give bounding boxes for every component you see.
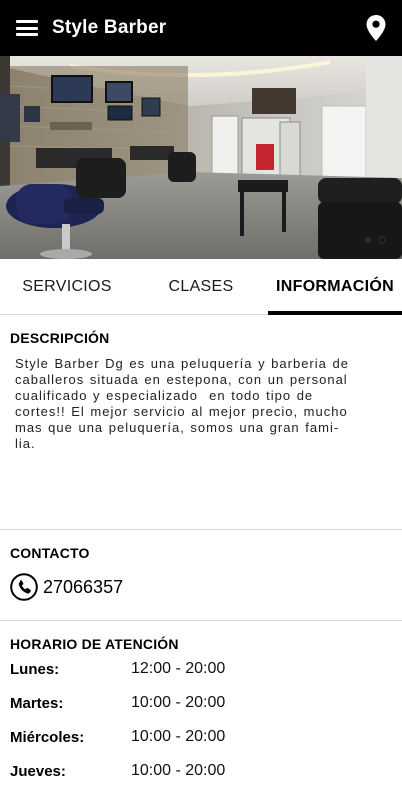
description-line: lia. — [15, 436, 36, 451]
hours-time: 12:00 - 20:00 — [131, 660, 226, 677]
tab-bar: SERVICIOS CLASES INFORMACIÓN — [0, 259, 402, 315]
location-button[interactable] — [364, 14, 388, 42]
description-line: mas que una peluquería, somos una gran f… — [15, 420, 340, 435]
hours-time: 10:00 - 20:00 — [131, 762, 226, 779]
tab-clases[interactable]: CLASES — [134, 259, 268, 314]
description-section: DESCRIPCIÓN Style Barber Dg es una peluq… — [0, 316, 402, 530]
hours-row: Miércoles: 10:00 - 20:00 — [10, 720, 392, 754]
hamburger-menu-icon — [16, 20, 38, 36]
hours-row: Jueves: 10:00 - 20:00 — [10, 754, 392, 788]
tab-servicios[interactable]: SERVICIOS — [0, 259, 134, 314]
app-title: Style Barber — [52, 17, 167, 38]
phone-icon — [10, 573, 38, 601]
hours-day: Martes: — [10, 694, 64, 712]
hours-time: 10:00 - 20:00 — [131, 694, 226, 711]
map-pin-icon — [366, 15, 386, 41]
opening-hours-section: HORARIO DE ATENCIÓN Lunes: 12:00 - 20:00… — [0, 622, 402, 800]
app-bar: Style Barber — [0, 0, 402, 56]
description-text: Style Barber Dg es una peluquería y barb… — [10, 356, 392, 452]
description-line: Style Barber Dg es una peluquería y barb… — [15, 356, 349, 371]
description-title: DESCRIPCIÓN — [10, 330, 110, 346]
description-line: cortes!! El mejor servicio al mejor prec… — [15, 404, 348, 419]
hours-title: HORARIO DE ATENCIÓN — [10, 636, 179, 652]
hours-time: 10:00 - 20:00 — [131, 728, 226, 745]
description-line: cualificado y especializado en todo tipo… — [15, 388, 314, 403]
hours-day: Miércoles: — [10, 728, 85, 746]
phone-number[interactable]: 27066357 — [43, 577, 123, 598]
hours-day: Lunes: — [10, 660, 60, 678]
description-line: caballeros situada en estepona, con un p… — [15, 372, 348, 387]
menu-button[interactable] — [0, 0, 50, 56]
tab-informacion[interactable]: INFORMACIÓN — [268, 259, 402, 315]
barbershop-photo — [0, 56, 402, 259]
contact-title: CONTACTO — [10, 545, 90, 561]
hours-day: Jueves: — [10, 762, 66, 780]
contact-section: CONTACTO 27066357 — [0, 531, 402, 621]
hours-row: Martes: 10:00 - 20:00 — [10, 686, 392, 720]
phone-row[interactable]: 27066357 — [10, 573, 392, 601]
hero-carousel[interactable] — [0, 56, 402, 259]
hours-row: Lunes: 12:00 - 20:00 — [10, 652, 392, 686]
